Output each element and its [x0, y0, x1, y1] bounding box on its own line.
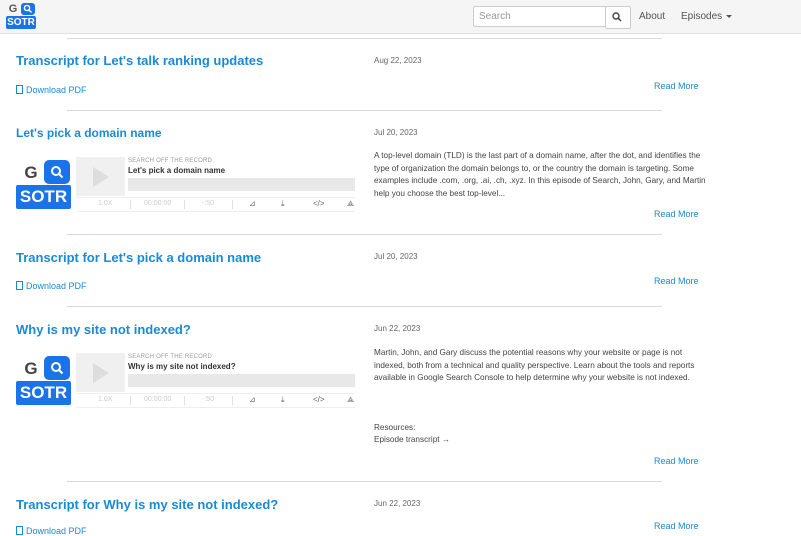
episode-date: Jul 20, 2023: [374, 128, 418, 137]
resources-heading: Resources:: [374, 423, 416, 432]
artwork-wordmark: SOTR: [16, 381, 71, 405]
podcast-artwork: G SOTR: [16, 157, 72, 209]
divider: [67, 234, 662, 235]
progress-bar[interactable]: [128, 374, 355, 387]
separator: [184, 396, 185, 405]
embed-code-icon[interactable]: </>: [313, 199, 325, 208]
logo-wordmark: SOTR: [6, 16, 36, 29]
search-button[interactable]: [605, 6, 631, 29]
episode-description: Martin, John, and Gary discuss the poten…: [374, 348, 695, 382]
download-pdf-label: Download PDF: [26, 526, 87, 536]
download-pdf-label: Download PDF: [26, 85, 87, 95]
magnifier-icon: [44, 160, 70, 184]
search-icon: [612, 12, 622, 22]
artwork-wordmark: SOTR: [16, 185, 71, 209]
top-navbar: G SOTR About Episodes: [0, 0, 801, 34]
podcast-source: SEARCH OFF THE RECORD: [128, 158, 213, 164]
separator: [130, 396, 131, 405]
audio-player: G SOTR SEARCH OFF THE RECORD Why is my s…: [16, 353, 356, 409]
download-pdf-link[interactable]: Download PDF: [16, 85, 87, 95]
skip-control[interactable]: -:50: [202, 396, 214, 403]
magnifier-icon: [44, 356, 70, 380]
episode-title[interactable]: Let's pick a domain name: [16, 126, 162, 140]
separator: [184, 200, 185, 209]
divider: [67, 38, 662, 39]
player-episode-title: Let's pick a domain name: [128, 166, 226, 175]
time-display: 00:00:00: [144, 396, 172, 403]
episode-transcript-link[interactable]: Episode transcript →: [374, 434, 450, 447]
google-g-icon: G: [24, 163, 38, 182]
episode-description: A top-level domain (TLD) is the last par…: [374, 151, 706, 198]
site-logo[interactable]: G SOTR: [6, 3, 36, 29]
rss-icon[interactable]: ⊿: [249, 199, 256, 208]
episode-date: Jul 20, 2023: [374, 252, 418, 261]
skip-control[interactable]: -:50: [202, 200, 214, 207]
episode-title[interactable]: Transcript for Why is my site not indexe…: [16, 497, 278, 512]
play-button[interactable]: [76, 353, 125, 392]
episode-date: Aug 22, 2023: [374, 56, 422, 65]
pdf-icon: [16, 281, 23, 290]
episode-title[interactable]: Why is my site not indexed?: [16, 322, 191, 337]
play-icon: [93, 167, 109, 187]
pdf-icon: [16, 85, 23, 94]
nav-about-link[interactable]: About: [639, 11, 665, 22]
read-more-link[interactable]: Read More: [654, 456, 699, 466]
progress-bar[interactable]: [128, 178, 355, 191]
read-more-link[interactable]: Read More: [654, 81, 699, 91]
download-icon[interactable]: ⤓: [281, 199, 285, 209]
share-icon[interactable]: ⟁: [347, 199, 354, 209]
separator: [232, 396, 233, 405]
rss-icon[interactable]: ⊿: [249, 395, 256, 404]
magnifier-icon: [21, 3, 35, 15]
download-pdf-link[interactable]: Download PDF: [16, 526, 87, 536]
episode-date: Jun 22, 2023: [374, 499, 421, 508]
read-more-link[interactable]: Read More: [654, 521, 699, 531]
share-icon[interactable]: ⟁: [347, 395, 354, 405]
episode-date: Jun 22, 2023: [374, 324, 421, 333]
read-more-link[interactable]: Read More: [654, 276, 699, 286]
read-more-link[interactable]: Read More: [654, 209, 699, 219]
divider: [67, 481, 662, 482]
play-icon: [93, 363, 109, 383]
time-display: 00:00:00: [144, 200, 172, 207]
player-controls: 1.0X 00:00:00 -:50 ⊿ ⤓ </> ⟁: [76, 197, 355, 212]
player-episode-title: Why is my site not indexed?: [128, 362, 236, 371]
podcast-source: SEARCH OFF THE RECORD: [128, 354, 213, 360]
caret-down-icon: [726, 14, 733, 18]
download-icon[interactable]: ⤓: [281, 395, 285, 405]
divider: [67, 110, 662, 111]
episode-title[interactable]: Transcript for Let's pick a domain name: [16, 250, 261, 265]
player-controls: 1.0X 00:00:00 -:50 ⊿ ⤓ </> ⟁: [76, 393, 355, 408]
play-button[interactable]: [76, 157, 125, 196]
episode-title[interactable]: Transcript for Let's talk ranking update…: [16, 53, 263, 68]
speed-control[interactable]: 1.0X: [98, 200, 112, 207]
google-g-icon: G: [8, 3, 18, 15]
podcast-artwork: G SOTR: [16, 353, 72, 405]
audio-player: G SOTR SEARCH OFF THE RECORD Let's pick …: [16, 157, 356, 213]
speed-control[interactable]: 1.0X: [98, 396, 112, 403]
search-input[interactable]: [473, 6, 608, 27]
separator: [130, 200, 131, 209]
google-g-icon: G: [24, 359, 38, 378]
download-pdf-link[interactable]: Download PDF: [16, 281, 87, 291]
download-pdf-label: Download PDF: [26, 281, 87, 291]
nav-episodes-dropdown[interactable]: Episodes: [681, 11, 733, 22]
divider: [67, 306, 662, 307]
embed-code-icon[interactable]: </>: [313, 395, 325, 404]
separator: [232, 200, 233, 209]
nav-episodes-label: Episodes: [681, 11, 723, 22]
